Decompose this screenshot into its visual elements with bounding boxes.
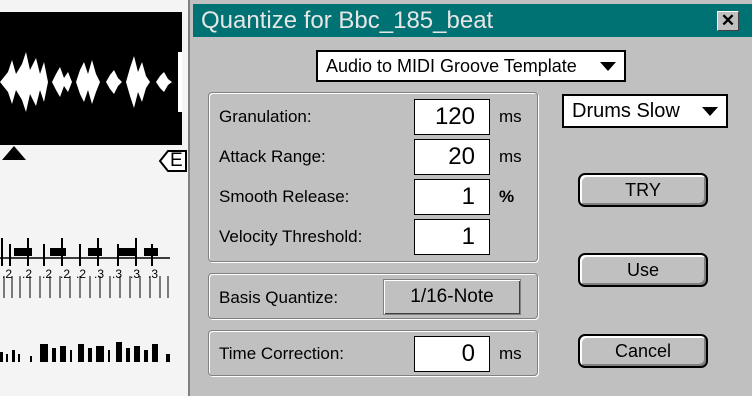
- ruler-number: .3: [112, 267, 122, 281]
- use-button[interactable]: Use: [578, 253, 708, 287]
- time-correction-input[interactable]: 0: [414, 336, 490, 372]
- smooth-release-unit: %: [499, 187, 515, 206]
- basis-quantize-group: Basis Quantize: 1/16-Note: [208, 273, 538, 319]
- smooth-release-label: Smooth Release:: [219, 187, 350, 206]
- try-button[interactable]: TRY: [578, 173, 708, 207]
- ruler-number: .2: [76, 267, 86, 281]
- dialog-title: Quantize for Bbc_185_beat: [201, 6, 494, 34]
- close-button[interactable]: ✕: [717, 11, 739, 31]
- midi-note-ruler: .2 .2 .2 .2 .2 .3 .3 .3 .3: [0, 238, 170, 298]
- playhead-marker[interactable]: [2, 146, 26, 160]
- close-icon: ✕: [720, 11, 736, 30]
- cancel-button[interactable]: Cancel: [578, 334, 708, 368]
- quantize-mode-dropdown[interactable]: Audio to MIDI Groove Template: [316, 50, 626, 82]
- smooth-release-input[interactable]: 1: [414, 179, 490, 215]
- waveform-display[interactable]: [0, 12, 182, 145]
- time-correction-label: Time Correction:: [219, 344, 345, 363]
- basis-quantize-selector[interactable]: 1/16-Note: [383, 279, 521, 315]
- ruler-number: .2: [60, 267, 70, 281]
- chevron-down-icon: [702, 106, 718, 116]
- quantize-mode-value: Audio to MIDI Groove Template: [326, 55, 577, 76]
- ruler-number: .3: [94, 267, 104, 281]
- attack-range-label: Attack Range:: [219, 147, 326, 166]
- basis-quantize-label: Basis Quantize:: [219, 288, 339, 307]
- granulation-unit: ms: [499, 107, 522, 126]
- ruler-number: .3: [130, 267, 140, 281]
- attack-range-input[interactable]: 20: [414, 139, 490, 175]
- velocity-threshold-input[interactable]: 1: [414, 219, 490, 255]
- preset-dropdown[interactable]: Drums Slow: [562, 94, 728, 128]
- granulation-input[interactable]: 120: [414, 99, 490, 135]
- end-marker[interactable]: E: [158, 149, 188, 173]
- chevron-down-icon: [600, 61, 616, 71]
- velocity-threshold-label: Velocity Threshold:: [219, 227, 363, 246]
- ruler-number: .3: [148, 267, 158, 281]
- ruler-number: .2: [42, 267, 52, 281]
- velocity-lane: [0, 342, 170, 362]
- preset-value: Drums Slow: [572, 99, 680, 122]
- quantize-dialog: Quantize for Bbc_185_beat ✕ Audio to MID…: [188, 0, 752, 396]
- end-marker-label: E: [170, 150, 183, 171]
- time-correction-group: Time Correction: 0 ms: [208, 330, 538, 376]
- ruler-number: .2: [2, 267, 12, 281]
- audio-editor-background: E .2 .2 .2 .2 .2 .3 .3 .3 .3: [0, 0, 195, 396]
- granulation-label: Granulation:: [219, 107, 312, 126]
- ruler-number: .2: [22, 267, 32, 281]
- time-correction-unit: ms: [499, 344, 522, 363]
- waveform: [0, 52, 182, 112]
- dialog-titlebar[interactable]: Quantize for Bbc_185_beat ✕: [193, 4, 752, 37]
- attack-range-unit: ms: [499, 147, 522, 166]
- parameters-group: Granulation: 120 ms Attack Range: 20 ms …: [208, 92, 538, 262]
